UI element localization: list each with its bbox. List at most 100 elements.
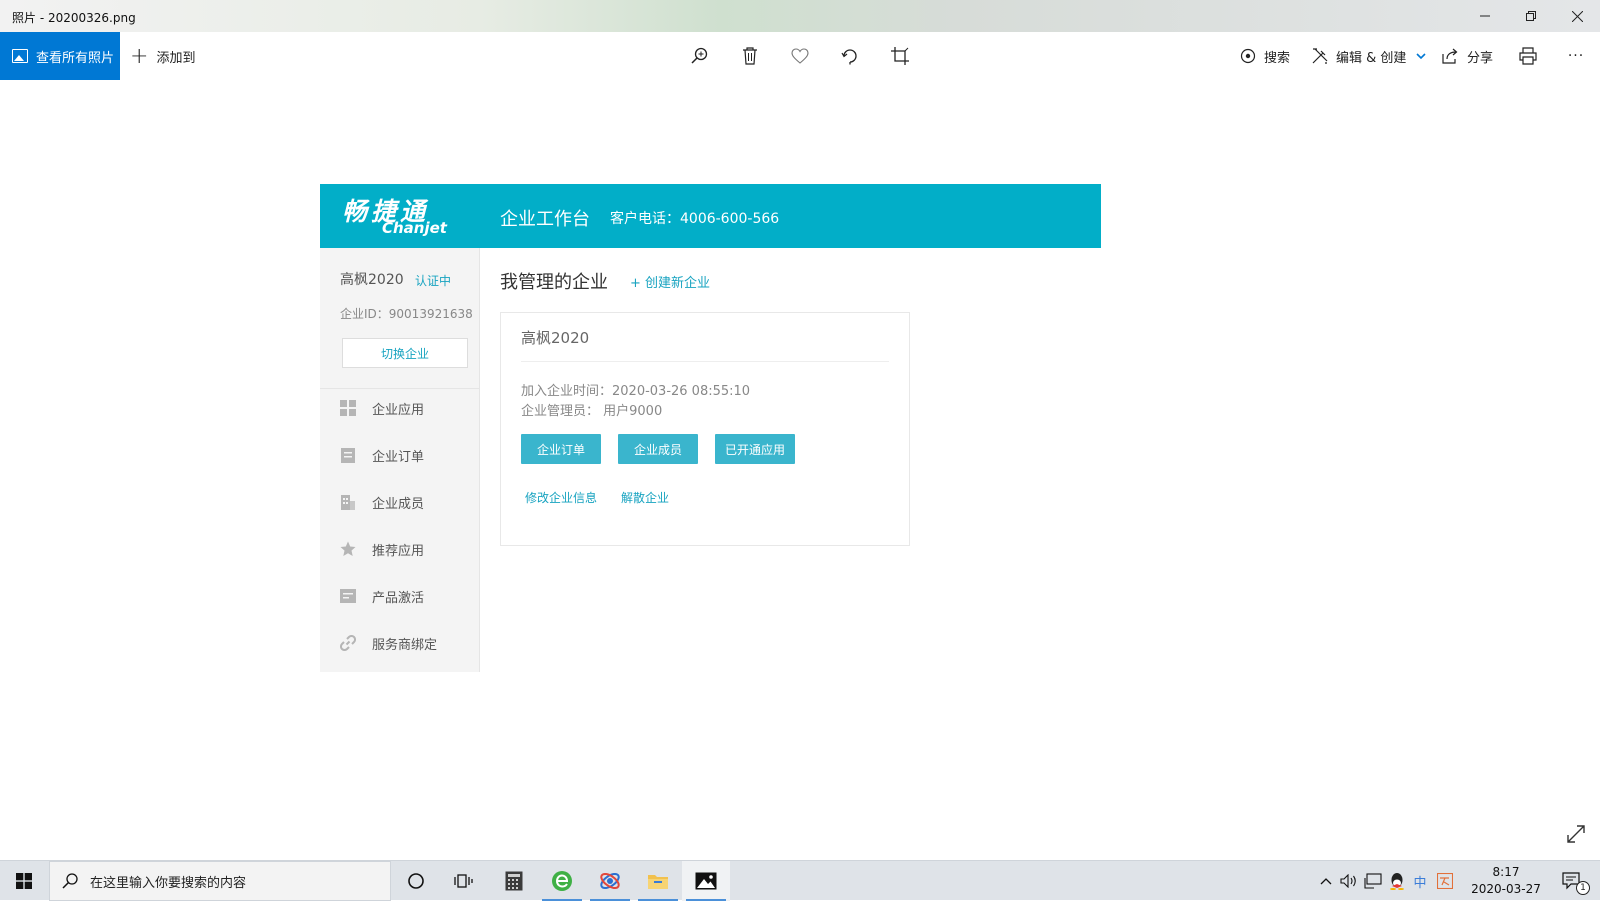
dissolve-company-link[interactable]: 解散企业: [621, 489, 669, 506]
card-divider: [521, 361, 889, 362]
restore-button[interactable]: [1508, 0, 1554, 32]
show-hidden-icons-button[interactable]: [1316, 861, 1336, 901]
logo-english: Chanjet: [382, 219, 447, 237]
search-icon: [62, 873, 78, 889]
company-orders-button[interactable]: 企业订单: [521, 434, 601, 464]
search-button[interactable]: 搜索: [1240, 32, 1290, 80]
clock-date: 2020-03-27: [1471, 882, 1541, 896]
customer-phone: 客户电话：4006-600-566: [610, 211, 780, 227]
share-label: 分享: [1467, 50, 1494, 66]
share-button[interactable]: 分享: [1442, 32, 1493, 80]
favorite-button[interactable]: [788, 44, 812, 68]
zoom-icon: [691, 47, 708, 64]
sidebar-item-label: 企业应用: [372, 402, 425, 418]
heart-icon: [791, 48, 809, 64]
sidebar-item-orders[interactable]: 企业订单: [340, 443, 424, 467]
card-company-name: 高枫2020: [521, 329, 590, 347]
qq-icon: [1390, 873, 1404, 890]
volume-icon: [1340, 874, 1356, 888]
enabled-apps-button[interactable]: 已开通应用: [715, 434, 795, 464]
create-company-link[interactable]: + 创建新企业: [630, 272, 710, 291]
rotate-button[interactable]: [838, 44, 862, 68]
join-time: 加入企业时间：2020-03-26 08:55:10: [521, 384, 751, 399]
expand-button[interactable]: [1566, 824, 1590, 848]
delete-button[interactable]: [738, 44, 762, 68]
order-icon: [340, 447, 356, 463]
delete-icon: [743, 47, 757, 65]
star-icon: [340, 541, 356, 557]
browser-button[interactable]: [538, 861, 586, 901]
start-button[interactable]: [0, 861, 48, 901]
network-button[interactable]: [1362, 861, 1384, 901]
card-icon: [340, 588, 356, 604]
file-explorer-icon: [648, 875, 668, 889]
notification-center-button[interactable]: 1: [1552, 861, 1592, 901]
system-clock[interactable]: 8:17 2020-03-27: [1468, 864, 1544, 898]
app-button[interactable]: [586, 861, 634, 901]
network-icon: [1364, 873, 1382, 889]
chevron-up-icon: [1320, 878, 1332, 885]
switch-company-button[interactable]: 切换企业: [342, 338, 468, 368]
page-title: 我管理的企业: [500, 272, 608, 293]
edit-label: 编辑 & 创建: [1336, 50, 1407, 66]
expand-icon: [1567, 825, 1585, 843]
edit-company-link[interactable]: 修改企业信息: [525, 489, 597, 506]
app-icon: [600, 872, 620, 890]
workbench-title: 企业工作台: [500, 209, 590, 230]
sidebar-item-label: 服务商绑定: [372, 637, 438, 653]
taskbar: 在这里输入你要搜索的内容 中 8:17 2020-03-27 1: [0, 860, 1600, 901]
windows-icon: [16, 873, 32, 889]
sidebar-item-recommended[interactable]: 推荐应用: [340, 537, 424, 561]
file-explorer-button[interactable]: [634, 861, 682, 901]
browser-icon: [552, 871, 572, 891]
print-button[interactable]: [1516, 44, 1540, 68]
zoom-button[interactable]: [688, 44, 712, 68]
photo-canvas: 畅捷通 Chanjet 企业工作台 客户电话：4006-600-566 高枫20…: [320, 184, 1101, 672]
photo-icon: [12, 49, 28, 63]
sidebar-item-label: 企业订单: [372, 449, 425, 465]
restore-icon: [1526, 11, 1536, 21]
sidebar-item-label: 企业成员: [372, 496, 425, 512]
toolbar: 查看所有照片 + 添加到 搜索 编辑 & 创建 分享 ···: [0, 32, 1600, 80]
company-card: 高枫2020 加入企业时间：2020-03-26 08:55:10 企业管理员：…: [500, 312, 910, 546]
ime-tool-icon: [1437, 873, 1453, 889]
add-to-label: 添加到: [156, 50, 196, 66]
calculator-button[interactable]: [490, 861, 538, 901]
link-icon: [340, 635, 356, 651]
search-icon: [1240, 48, 1256, 64]
sidebar-item-apps[interactable]: 企业应用: [340, 396, 424, 420]
sidebar-item-label: 推荐应用: [372, 543, 425, 559]
photos-button[interactable]: [682, 861, 730, 901]
edit-create-button[interactable]: 编辑 & 创建: [1312, 32, 1434, 80]
sidebar-divider: [320, 388, 480, 389]
company-admin: 企业管理员： 用户9000: [521, 404, 663, 419]
notification-badge: 1: [1576, 881, 1590, 895]
close-icon: [1571, 10, 1583, 22]
qq-button[interactable]: [1386, 861, 1408, 901]
view-all-photos-button[interactable]: 查看所有照片: [0, 32, 120, 80]
close-button[interactable]: [1554, 0, 1600, 32]
taskbar-search-input[interactable]: 在这里输入你要搜索的内容: [49, 861, 391, 901]
add-to-button[interactable]: + 添加到: [130, 32, 195, 80]
rotate-icon: [841, 49, 857, 65]
sidebar-item-label: 产品激活: [372, 590, 425, 606]
sidebar: 高枫2020 认证中 企业ID：90013921638 切换企业 企业应用 企业…: [320, 248, 480, 672]
chevron-down-icon: [1416, 53, 1426, 60]
ime-tool-button[interactable]: [1434, 861, 1456, 901]
sidebar-item-activation[interactable]: 产品激活: [340, 584, 424, 608]
crop-button[interactable]: [888, 44, 912, 68]
print-icon: [1519, 47, 1537, 65]
title-bar: 照片 - 20200326.png: [0, 0, 1600, 32]
task-view-button[interactable]: [440, 861, 488, 901]
photos-icon: [695, 872, 717, 890]
volume-button[interactable]: [1338, 861, 1360, 901]
minimize-button[interactable]: [1462, 0, 1508, 32]
more-button[interactable]: ···: [1564, 44, 1588, 68]
view-all-label: 查看所有照片: [36, 50, 115, 66]
cert-status[interactable]: 认证中: [415, 272, 451, 289]
ime-indicator[interactable]: 中: [1410, 861, 1430, 901]
cortana-button[interactable]: [392, 861, 440, 901]
company-members-button[interactable]: 企业成员: [618, 434, 698, 464]
sidebar-item-members[interactable]: 企业成员: [340, 490, 424, 514]
sidebar-item-provider-binding[interactable]: 服务商绑定: [340, 631, 437, 655]
